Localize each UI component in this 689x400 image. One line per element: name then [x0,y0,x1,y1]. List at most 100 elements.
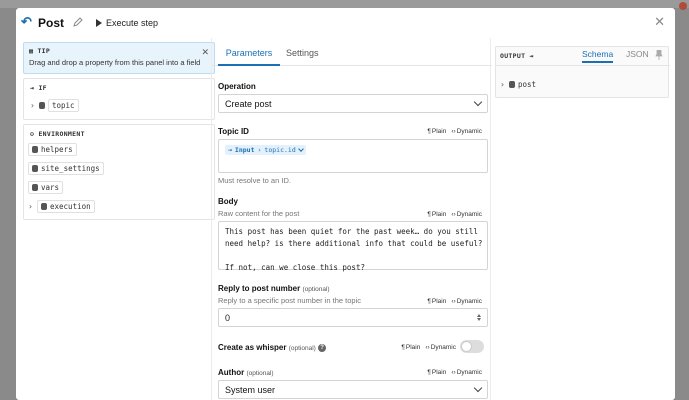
dynamic-mode-button[interactable]: ‹› Dynamic [425,344,456,351]
reply-to-help: Reply to a specific post number in the t… [218,296,361,305]
tab-parameters[interactable]: Parameters [218,48,280,66]
author-mode-switch: ¶ Plain ‹› Dynamic [427,369,482,376]
backdrop-left-strip [0,8,16,400]
property-execution[interactable]: › execution [28,199,95,213]
whisper-mode-switch: ¶ Plain ‹› Dynamic [401,344,456,351]
variable-pill[interactable]: ⇥ Input › topic.id [225,145,306,155]
tab-settings[interactable]: Settings [286,48,319,66]
tab-schema[interactable]: Schema [582,49,614,63]
output-divider [496,65,670,66]
database-icon [41,202,47,210]
plain-mode-button[interactable]: ¶ Plain [427,298,446,305]
plain-mode-button[interactable]: ¶ Plain [427,128,446,135]
number-stepper[interactable] [477,314,481,321]
operation-label: Operation [218,82,256,91]
property-helpers[interactable]: helpers [28,142,77,156]
topic-id-field[interactable]: ⇥ Input › topic.id [218,139,488,173]
backdrop-right-strip [675,8,689,400]
chevron-right-icon[interactable]: › [28,202,34,211]
plain-mode-button[interactable]: ¶ Plain [427,211,446,218]
topic-id-mode-switch: ¶ Plain ‹› Dynamic [427,128,482,135]
property-chip[interactable]: topic [48,98,79,112]
pilcrow-icon: ¶ [427,211,431,218]
plain-mode-button[interactable]: ¶ Plain [401,344,420,351]
chevron-right-icon[interactable]: › [30,101,36,110]
output-root-label: post [518,79,537,89]
play-icon [96,19,102,27]
help-icon[interactable]: ? [318,343,327,352]
body-text: This post has been quiet for the past we… [225,227,483,272]
property-label: execution [50,201,91,211]
pilcrow-icon: ¶ [427,369,431,376]
backdrop-avatar [679,2,687,10]
pill-path: topic.id [264,146,296,154]
whisper-toggle[interactable] [460,340,484,353]
output-heading: OUTPUT ⇥ [500,52,534,60]
output-root-post[interactable]: › post [500,78,536,90]
pin-icon[interactable] [655,50,663,60]
database-icon [32,164,38,172]
tab-bar: Parameters Settings [212,48,492,66]
database-icon [32,183,38,191]
exit-icon: ⇥ [529,52,534,60]
body-help: Raw content for the post [218,209,300,218]
pencil-icon[interactable] [73,17,83,27]
execute-step-label: Execute step [106,18,159,28]
body-mode-switch: ¶ Plain ‹› Dynamic [427,211,482,218]
if-section: ⇥ IF › topic [23,78,215,120]
author-label: Author (optional) [218,368,274,377]
operation-value: Create post [225,98,272,109]
dynamic-mode-button[interactable]: ‹› Dynamic [451,369,482,376]
code-icon: ‹› [451,298,456,305]
reply-to-input[interactable]: 0 [218,308,488,327]
modal-header: ↶ Post Execute step ✕ [16,8,675,38]
output-panel: OUTPUT ⇥ Schema JSON › post [495,46,670,98]
chevron-right-icon[interactable]: › [500,80,506,89]
body-label: Body [218,197,238,206]
tip-close-icon[interactable]: ✕ [201,47,209,58]
properties-panel: ▦ TIP Drag and drop a property from this… [23,42,215,400]
pilcrow-icon: ¶ [401,344,405,351]
property-label: site_settings [41,163,100,173]
parameters-panel: Parameters Settings Operation Create pos… [211,38,492,400]
close-icon[interactable]: ✕ [654,15,665,28]
code-icon: ‹› [425,344,430,351]
operation-select[interactable]: Create post [218,94,488,113]
database-icon [509,80,515,88]
property-site-settings[interactable]: site_settings [28,161,104,175]
code-icon: ‹› [451,211,456,218]
environment-section: ⚙ ENVIRONMENT helpers site_settings vars… [23,124,215,220]
code-icon: ‹› [451,369,456,376]
tab-json[interactable]: JSON [626,49,649,63]
property-vars[interactable]: vars [28,180,64,194]
plain-mode-button[interactable]: ¶ Plain [427,369,446,376]
step-title: Post [38,16,65,30]
chevron-down-icon [473,97,483,107]
back-arrow-icon[interactable]: ↶ [21,15,33,28]
code-icon: ‹› [451,128,456,135]
author-select[interactable]: System user [218,380,488,399]
property-topic[interactable]: › topic [30,98,79,112]
if-heading: ⇥ IF [30,84,47,92]
body-textarea[interactable]: This post has been quiet for the past we… [218,221,488,272]
database-icon [32,145,38,153]
reply-to-label: Reply to post number (optional) [218,284,330,293]
pill-separator: › [257,146,262,154]
dynamic-mode-button[interactable]: ‹› Dynamic [451,128,482,135]
backdrop-top-bar [0,0,689,8]
execute-step-button[interactable]: Execute step [96,16,158,30]
topic-id-help: Must resolve to an ID. [218,176,291,185]
pill-source: Input [234,146,255,154]
chevron-down-icon [297,146,304,152]
pilcrow-icon: ¶ [427,298,431,305]
pilcrow-icon: ¶ [427,128,431,135]
toggle-knob [461,341,472,352]
dynamic-mode-button[interactable]: ‹› Dynamic [451,211,482,218]
reply-to-value: 0 [225,312,231,323]
dynamic-mode-button[interactable]: ‹› Dynamic [451,298,482,305]
whisper-label: Create as whisper (optional) ? [218,343,327,352]
step-editor-modal: ↶ Post Execute step ✕ ▦ TIP Drag and dro… [16,8,675,400]
tip-text: Drag and drop a property from this panel… [29,58,201,67]
property-label: vars [41,182,60,192]
enter-icon: ⇥ [228,146,232,154]
